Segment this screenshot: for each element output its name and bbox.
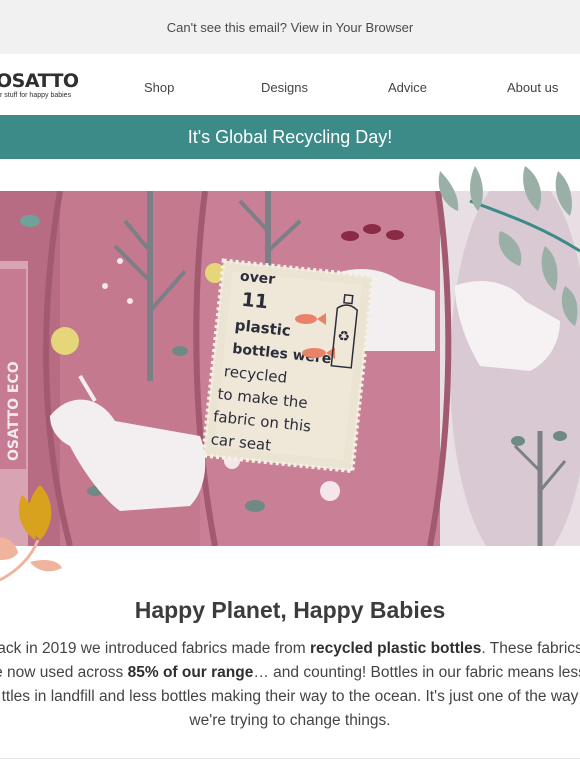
svg-text:♻: ♻ bbox=[337, 328, 351, 345]
label-line-2: 11 bbox=[240, 289, 269, 314]
nav-link-designs[interactable]: Designs bbox=[261, 80, 308, 95]
body-text: . These fabrics bbox=[481, 640, 580, 657]
brand-logo[interactable]: OSATTO r stuff for happy babies bbox=[0, 70, 90, 104]
highlight-text: 85% of our range bbox=[127, 664, 254, 681]
banner-text: It's Global Recycling Day! bbox=[187, 126, 393, 147]
product-side-tag: OSATTO ECO bbox=[6, 361, 22, 461]
article-body: ack in 2019 we introduced fabrics made f… bbox=[0, 637, 580, 733]
article-heading: Happy Planet, Happy Babies bbox=[134, 597, 446, 623]
body-text: ack in 2019 we introduced fabrics made f… bbox=[0, 640, 310, 657]
recycling-day-banner[interactable]: It's Global Recycling Day! bbox=[0, 115, 580, 159]
nav-link-about-us[interactable]: About us bbox=[507, 80, 558, 95]
highlight-text: recycled plastic bottles bbox=[309, 640, 482, 657]
body-text: e now used across bbox=[0, 664, 128, 681]
nav-link-shop[interactable]: Shop bbox=[144, 80, 174, 95]
flower-decoration-icon bbox=[0, 485, 62, 582]
body-text: ttles in landfill and less bottles makin… bbox=[1, 688, 579, 705]
body-text: … and counting! Bottles in our fabric me… bbox=[253, 664, 580, 681]
vine-decoration-icon bbox=[438, 166, 580, 326]
nav-link-advice[interactable]: Advice bbox=[388, 80, 427, 95]
logo-wordmark: OSATTO bbox=[0, 70, 79, 92]
logo-tagline: r stuff for happy babies bbox=[0, 92, 72, 99]
navigation-bar: OSATTO r stuff for happy babies Shop Des… bbox=[0, 54, 580, 115]
divider bbox=[0, 758, 580, 759]
preheader[interactable]: Can't see this email? View in Your Brows… bbox=[0, 0, 580, 54]
body-text: we're trying to change things. bbox=[189, 712, 391, 729]
view-in-browser-link[interactable]: Can't see this email? View in Your Brows… bbox=[167, 20, 413, 35]
